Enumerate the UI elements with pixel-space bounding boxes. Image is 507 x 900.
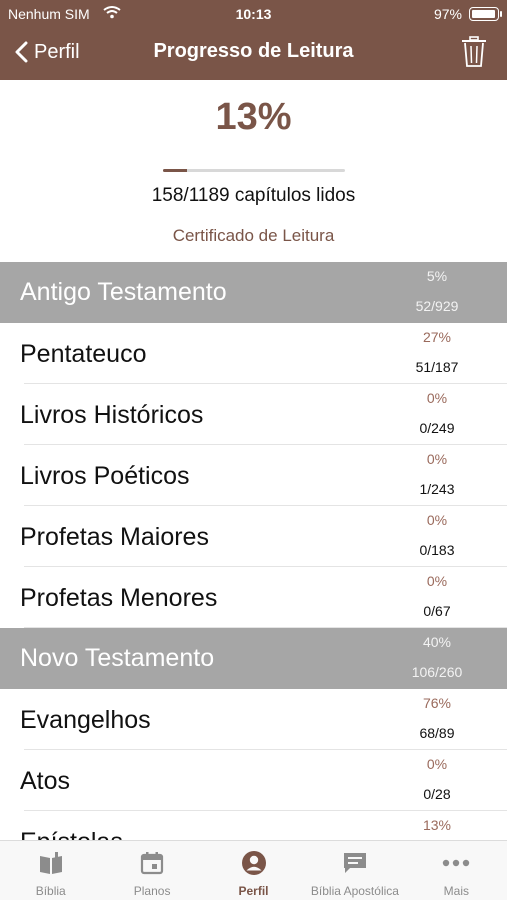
section-percent: 5% [426,268,448,284]
tab-label: Planos [133,884,171,898]
list-item[interactable]: Livros Poéticos 0% 1/243 [0,445,507,506]
section-header: Antigo Testamento 5% 52/929 [0,262,507,323]
list-item-stats: 0% 0/183 [397,512,477,558]
chapters-read-text: 158/1189 capítulos lidos [151,185,356,206]
progress-summary: 13% 158/1189 capítulos lidos Certificado… [0,80,507,262]
list-item-percent: 0% [426,390,448,406]
list-item-percent: 13% [422,817,452,833]
tab-mais[interactable]: Mais [406,841,507,900]
tab-label: Bíblia [35,884,66,898]
section-title: Novo Testamento [20,644,215,672]
certificate-link[interactable]: Certificado de Leitura [0,226,507,246]
page-title: Progresso de Leitura [153,40,354,62]
list-item-stats: 0% 0/67 [397,573,477,619]
navigation-bar: Perfil Progresso de Leitura [0,28,507,80]
section-stats: 5% 52/929 [397,268,477,314]
section-header: Novo Testamento 40% 106/260 [0,628,507,689]
overall-percent: 13% [215,96,292,138]
list-item-count: 0/183 [419,542,455,558]
section-percent: 40% [422,634,452,650]
trash-button[interactable] [461,36,487,73]
list-item-stats: 0% 1/243 [397,451,477,497]
list-item[interactable]: Profetas Menores 0% 0/67 [0,567,507,628]
list-item-stats: 27% 51/187 [397,329,477,375]
tab-label: Perfil [238,884,269,898]
list-item-percent: 76% [422,695,452,711]
list-item-name: Livros Poéticos [20,462,190,490]
list-item-percent: 27% [422,329,452,345]
list-item-count: 51/187 [415,359,459,375]
tab-bar: Bíblia Planos Perfil Bíblia Apostólica Mais [0,840,507,900]
more-icon [441,850,471,881]
tab-perfil[interactable]: Perfil [203,841,304,900]
list-item-percent: 0% [426,573,448,589]
list-item-count: 0/67 [423,603,451,619]
list-item[interactable]: Epístolas 13% [0,811,507,840]
profile-icon [241,850,267,881]
list-item-name: Livros Históricos [20,401,204,429]
tab-label: Bíblia Apostólica [310,884,399,898]
list-item-count: 1/243 [419,481,455,497]
clock: 10:13 [235,6,272,22]
overall-progress-bar [163,169,345,172]
list-item-stats: 76% 68/89 [397,695,477,741]
top-bar: Nenhum SIM 10:13 97% Perfil Progresso de… [0,0,507,80]
list-item[interactable]: Livros Históricos 0% 0/249 [0,384,507,445]
progress-list: Antigo Testamento 5% 52/929 Pentateuco 27% 51… [0,262,507,840]
list-item-name: Profetas Menores [20,584,218,612]
section-title: Antigo Testamento [20,278,227,306]
list-item-stats: 0% 0/28 [397,756,477,802]
list-item-name: Atos [20,767,71,795]
list-item-percent: 0% [426,512,448,528]
list-item-count: 0/28 [423,786,451,802]
progress-fill [163,169,187,172]
list-item-percent: 0% [426,756,448,772]
list-item-name: Evangelhos [20,706,151,734]
list-item-stats: 0% 0/249 [397,390,477,436]
list-item[interactable]: Profetas Maiores 0% 0/183 [0,506,507,567]
calendar-icon [139,850,165,881]
list-item-stats: 13% [397,817,477,840]
section-stats: 40% 106/260 [397,634,477,680]
list-item-percent: 0% [426,451,448,467]
section-count: 106/260 [411,664,463,680]
chat-icon [342,850,368,881]
list-item[interactable]: Evangelhos 76% 68/89 [0,689,507,750]
tab-bíblia[interactable]: Bíblia [0,841,101,900]
battery-icon [469,7,502,21]
list-item-count: 68/89 [419,725,455,741]
trash-icon [462,36,486,67]
battery-percent: 97% [433,6,462,22]
list-item-count: 0/249 [419,420,455,436]
tab-bíblia-apostólica[interactable]: Bíblia Apostólica [304,841,405,900]
list-item-name: Epístolas [20,828,123,840]
bible-icon [38,850,64,881]
section-count: 52/929 [415,298,459,314]
list-item-name: Profetas Maiores [20,523,209,551]
tab-planos[interactable]: Planos [101,841,202,900]
list-item[interactable]: Pentateuco 27% 51/187 [0,323,507,384]
list-item-name: Pentateuco [20,340,147,368]
tab-label: Mais [443,884,469,898]
status-bar: Nenhum SIM 10:13 97% [0,0,507,28]
list-item[interactable]: Atos 0% 0/28 [0,750,507,811]
